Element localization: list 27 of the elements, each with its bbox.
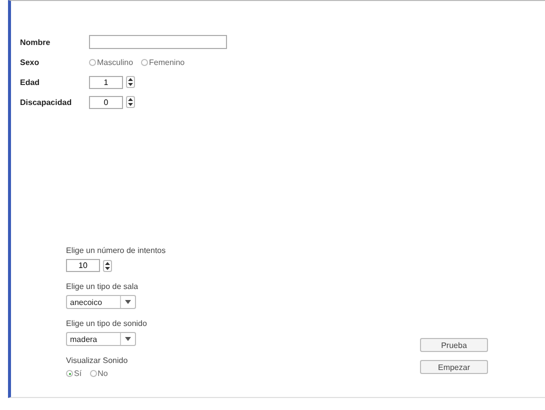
spinner-arrows-icon[interactable] (126, 96, 135, 108)
radio-button[interactable] (66, 370, 73, 377)
radio-option[interactable]: Femenino (141, 58, 185, 66)
field-label: Elige un número de intentos (66, 246, 166, 255)
radio-button[interactable] (90, 370, 97, 377)
radio-button[interactable] (89, 58, 96, 66)
number-field[interactable]: 10 (66, 259, 100, 272)
field-label: Sexo (20, 58, 40, 66)
number-field[interactable]: 1 (89, 76, 123, 88)
field-label: Discapacidad (20, 98, 73, 106)
field-label: Edad (20, 78, 41, 86)
radio-option[interactable]: Sí (66, 369, 82, 378)
spinner-arrows-icon[interactable] (126, 76, 135, 88)
action-button[interactable]: Empezar (420, 360, 488, 374)
field-label: Elige un tipo de sala (66, 282, 138, 291)
spinner-arrows-icon[interactable] (103, 260, 112, 272)
field-label: Visualizar Sonido (66, 356, 128, 365)
dropdown[interactable]: madera (66, 332, 136, 346)
text-field[interactable] (89, 35, 227, 49)
radio-option[interactable]: Masculino (89, 58, 134, 66)
radio-option[interactable]: No (90, 369, 108, 378)
field-label: Elige un tipo de sonido (66, 319, 147, 328)
dropdown[interactable]: anecoico (66, 295, 136, 309)
number-field[interactable]: 0 (89, 96, 123, 108)
action-button[interactable]: Prueba (420, 338, 488, 352)
field-label: Nombre (20, 38, 52, 46)
radio-button[interactable] (141, 58, 148, 66)
